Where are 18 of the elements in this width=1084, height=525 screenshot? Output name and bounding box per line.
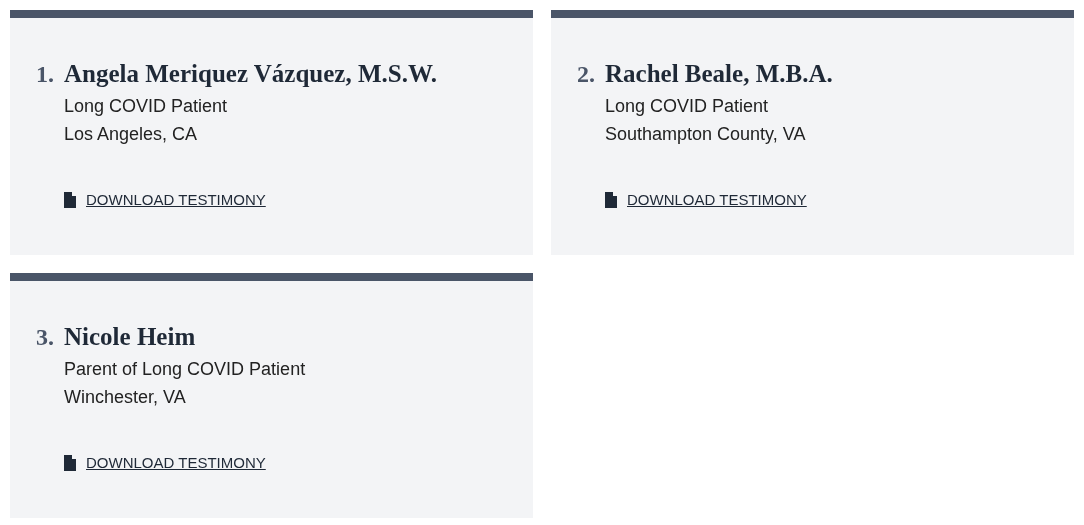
download-link[interactable]: DOWNLOAD TESTIMONY <box>86 186 266 214</box>
person-location: Winchester, VA <box>64 386 186 409</box>
person-location: Southampton County, VA <box>605 123 806 146</box>
download-link[interactable]: DOWNLOAD TESTIMONY <box>627 186 807 214</box>
list-number: 3. <box>36 323 55 352</box>
list-number: 2. <box>577 60 596 89</box>
person-name: Nicole Heim <box>64 322 196 352</box>
person-location: Los Angeles, CA <box>64 123 198 146</box>
document-icon <box>605 192 617 208</box>
person-role: Long COVID Patient <box>64 95 228 118</box>
document-icon <box>64 192 76 208</box>
person-role: Parent of Long COVID Patient <box>64 358 306 381</box>
person-name: Angela Meriquez Vázquez, M.S.W. <box>64 59 437 89</box>
list-number: 1. <box>36 60 55 89</box>
document-icon <box>64 455 76 471</box>
person-role: Long COVID Patient <box>605 95 769 118</box>
download-link[interactable]: DOWNLOAD TESTIMONY <box>86 449 266 477</box>
person-name: Rachel Beale, M.B.A. <box>605 59 833 89</box>
